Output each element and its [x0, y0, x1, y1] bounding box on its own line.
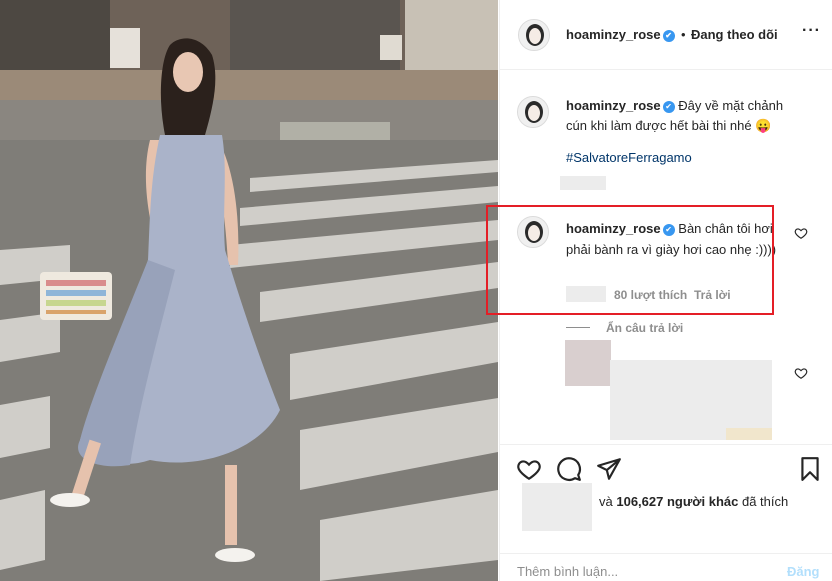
blurred-reply-mark: [726, 428, 772, 440]
comment-input[interactable]: [517, 564, 757, 579]
comment-username[interactable]: hoaminzy_rose: [566, 221, 661, 236]
avatar-image: [518, 217, 548, 247]
comment-text: hoaminzy_rose ✔ Bàn chân tôi hơi phải bàn…: [566, 218, 781, 260]
comment-reply-button[interactable]: Trả lời: [694, 288, 731, 302]
add-comment-bar: Đăng: [500, 553, 832, 581]
avatar-image: [518, 97, 548, 127]
post-sidebar: hoaminzy_rose ✔ • Đang theo dõi ··· hoami…: [486, 0, 832, 581]
liked-by-prefix: và: [599, 494, 613, 509]
follow-status-button[interactable]: Đang theo dõi: [691, 27, 778, 42]
paper-plane-icon[interactable]: [596, 456, 622, 482]
liked-by-line: và 106,627 người khác đã thích: [599, 494, 788, 509]
caption-hashtag[interactable]: #SalvatoreFerragamo: [566, 150, 692, 165]
post-comment-button[interactable]: Đăng: [787, 564, 820, 579]
verified-badge-icon: ✔: [662, 101, 675, 113]
verified-badge-icon: ✔: [662, 30, 675, 42]
comment-likes-count[interactable]: 80 lượt thích: [614, 288, 687, 302]
header-username-text[interactable]: hoaminzy_rose: [566, 27, 661, 42]
avatar[interactable]: [517, 216, 549, 248]
divider: [566, 327, 590, 328]
blurred-timestamp: [560, 176, 606, 190]
avatar[interactable]: [517, 96, 549, 128]
heart-icon[interactable]: [794, 366, 808, 380]
avatar-image: [519, 20, 549, 50]
hide-replies-label: Ẩn câu trả lời: [606, 321, 684, 335]
blurred-liker-avatars: [522, 483, 592, 531]
verified-badge-icon: ✔: [662, 224, 675, 236]
liked-by-suffix: đã thích: [741, 494, 789, 509]
post-actions: và 106,627 người khác đã thích Đăng: [500, 444, 832, 581]
liked-by-count[interactable]: 106,627 người khác: [616, 494, 738, 509]
blurred-timestamp: [566, 286, 606, 302]
caption-username[interactable]: hoaminzy_rose: [566, 98, 661, 113]
post-image: [0, 0, 498, 581]
header-separator: •: [681, 27, 686, 42]
header-username[interactable]: hoaminzy_rose ✔: [566, 27, 675, 42]
post-header: hoaminzy_rose ✔ • Đang theo dõi ···: [500, 0, 832, 70]
blurred-avatar: [565, 340, 611, 386]
heart-icon[interactable]: [794, 226, 808, 240]
bookmark-icon[interactable]: [797, 456, 823, 482]
heart-icon[interactable]: [516, 456, 542, 482]
caption-text: hoaminzy_rose ✔ Đây về mặt chảnh cún khi …: [566, 96, 806, 136]
post-photo[interactable]: [0, 0, 498, 581]
more-horizontal-icon[interactable]: ···: [802, 22, 821, 40]
comment-bubble-icon[interactable]: [556, 456, 582, 482]
avatar[interactable]: [518, 19, 550, 51]
hide-replies-button[interactable]: Ẩn câu trả lời: [566, 321, 683, 335]
